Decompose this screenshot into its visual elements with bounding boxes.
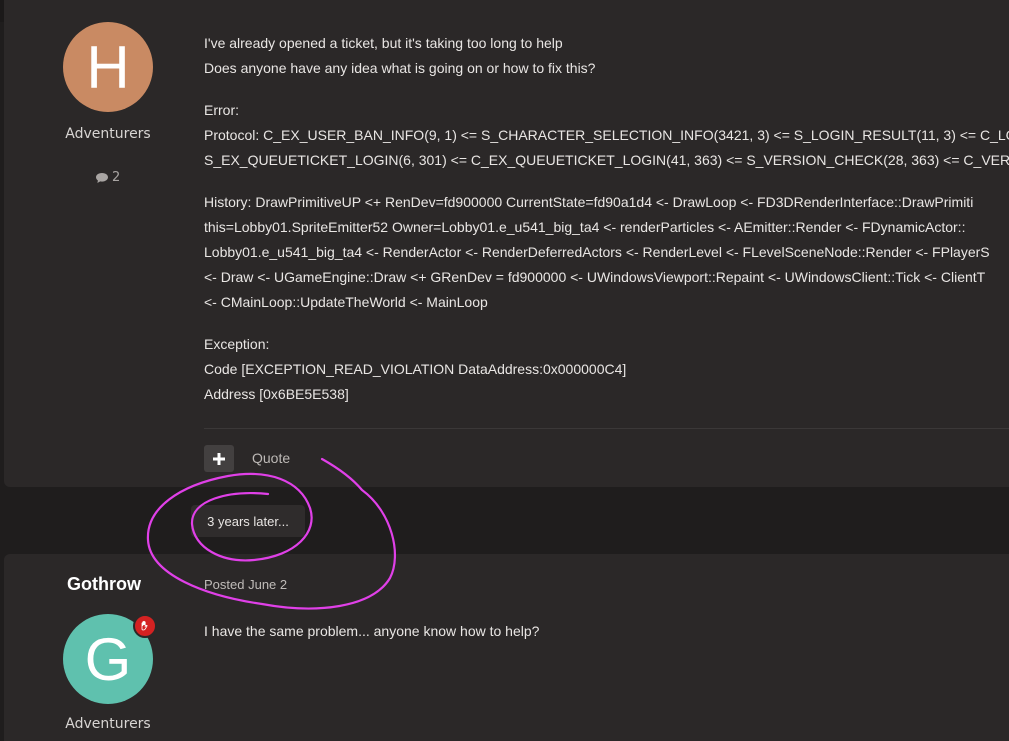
- post-count-value: 2: [112, 170, 121, 185]
- plus-icon: [213, 452, 225, 465]
- post-date[interactable]: Posted June 2: [204, 577, 287, 592]
- user-group-label: Adventurers: [65, 716, 151, 732]
- post-line: S_EX_QUEUETICKET_LOGIN(6, 301) <= C_EX_Q…: [204, 152, 1009, 168]
- post-line: History: DrawPrimitiveUP <+ RenDev=fd900…: [204, 194, 974, 210]
- post-count: 2: [95, 170, 120, 185]
- post-line: Address [0x6BE5E538]: [204, 386, 349, 402]
- hand-icon: [141, 620, 148, 631]
- post-line: I've already opened a ticket, but it's t…: [204, 35, 563, 51]
- post-divider: [204, 428, 1009, 429]
- avatar-letter: G: [84, 625, 132, 693]
- post-line: <- CMainLoop::UpdateTheWorld <- MainLoop: [204, 294, 488, 310]
- post-line: Code [EXCEPTION_READ_VIOLATION DataAddre…: [204, 361, 627, 377]
- post-line: <- Draw <- UGameEngine::Draw <+ GRenDev …: [204, 269, 986, 285]
- post-content: I've already opened a ticket, but it's t…: [204, 31, 1009, 424]
- post-line: Protocol: C_EX_USER_BAN_INFO(9, 1) <= S_…: [204, 127, 1009, 143]
- username[interactable]: Gothrow: [43, 574, 165, 595]
- post-content: I have the same problem... anyone know h…: [204, 623, 540, 639]
- post-line: this=Lobby01.SpriteEmitter52 Owner=Lobby…: [204, 219, 966, 235]
- avatar[interactable]: H: [63, 22, 153, 112]
- online-indicator-icon: [133, 614, 157, 638]
- user-group-label: Adventurers: [65, 126, 151, 142]
- post-line: Exception:: [204, 336, 270, 352]
- multiquote-button[interactable]: [204, 445, 234, 472]
- avatar-letter: H: [86, 33, 130, 101]
- post-line: Does anyone have any idea what is going …: [204, 60, 596, 76]
- post-line: Lobby01.e_u541_big_ta4 <- RenderActor <-…: [204, 244, 990, 260]
- post-line: Error:: [204, 102, 239, 118]
- comment-icon: [96, 172, 108, 183]
- quote-button[interactable]: Quote: [252, 450, 290, 466]
- time-gap-badge: 3 years later...: [191, 505, 305, 537]
